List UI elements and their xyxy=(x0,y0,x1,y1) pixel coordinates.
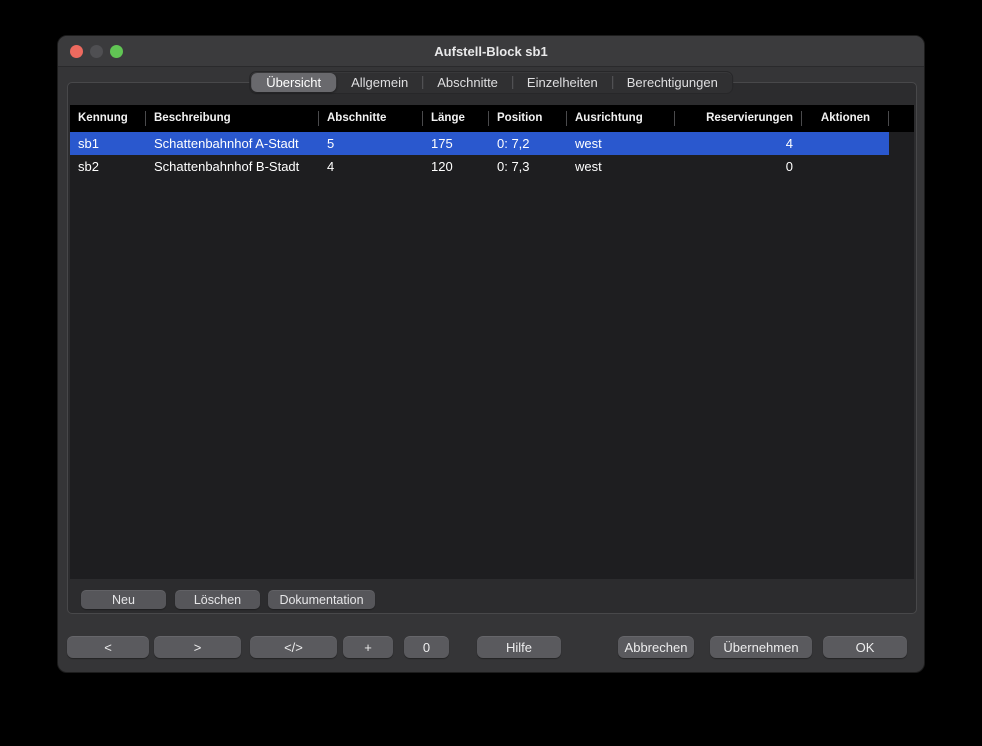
uebernehmen-button[interactable]: Übernehmen xyxy=(710,636,812,658)
cell-ausrichtung: west xyxy=(567,132,675,155)
cell-ausrichtung: west xyxy=(567,155,675,178)
column-header-spacer xyxy=(889,105,914,132)
tab-bar: Übersicht Allgemein Abschnitte Einzelhei… xyxy=(249,71,733,94)
dialog-window: Aufstell-Block sb1 Übersicht Allgemein A… xyxy=(57,35,925,673)
cell-abschnitte: 4 xyxy=(319,155,423,178)
cell-spacer xyxy=(889,132,914,155)
cell-beschreibung: Schattenbahnhof A-Stadt xyxy=(146,132,319,155)
window-title: Aufstell-Block sb1 xyxy=(58,36,924,67)
tab-allgemein[interactable]: Allgemein xyxy=(337,72,422,93)
zero-button[interactable]: 0 xyxy=(404,636,449,658)
next-button[interactable]: > xyxy=(154,636,241,658)
abbrechen-button[interactable]: Abbrechen xyxy=(618,636,694,658)
cell-aktionen xyxy=(802,155,889,178)
cell-reservierungen: 0 xyxy=(675,155,802,178)
column-header-beschreibung[interactable]: Beschreibung xyxy=(146,105,319,132)
table-row-sb1[interactable]: sb1 Schattenbahnhof A-Stadt 5 175 0: 7,2… xyxy=(70,132,914,155)
column-header-kennung[interactable]: Kennung xyxy=(70,105,146,132)
cell-spacer xyxy=(889,155,914,178)
tab-abschnitte[interactable]: Abschnitte xyxy=(423,72,512,93)
cell-beschreibung: Schattenbahnhof B-Stadt xyxy=(146,155,319,178)
column-header-position[interactable]: Position xyxy=(489,105,567,132)
loeschen-button[interactable]: Löschen xyxy=(175,590,260,609)
blocks-table: Kennung Beschreibung Abschnitte Länge Po… xyxy=(70,105,914,579)
cell-position: 0: 7,2 xyxy=(489,132,567,155)
tab-einzelheiten[interactable]: Einzelheiten xyxy=(513,72,612,93)
hilfe-button[interactable]: Hilfe xyxy=(477,636,561,658)
cell-kennung: sb2 xyxy=(70,155,146,178)
column-header-reservierungen[interactable]: Reservierungen xyxy=(675,105,802,132)
column-header-ausrichtung[interactable]: Ausrichtung xyxy=(567,105,675,132)
plus-button[interactable]: + xyxy=(343,636,393,658)
cell-abschnitte: 5 xyxy=(319,132,423,155)
cell-position: 0: 7,3 xyxy=(489,155,567,178)
footer-button-bar: < > </> + 0 Hilfe Abbrechen Übernehmen O… xyxy=(58,636,924,658)
table-header-row: Kennung Beschreibung Abschnitte Länge Po… xyxy=(70,105,914,132)
column-header-laenge[interactable]: Länge xyxy=(423,105,489,132)
column-header-abschnitte[interactable]: Abschnitte xyxy=(319,105,423,132)
neu-button[interactable]: Neu xyxy=(81,590,166,609)
table-row-sb2[interactable]: sb2 Schattenbahnhof B-Stadt 4 120 0: 7,3… xyxy=(70,155,914,178)
code-view-button[interactable]: </> xyxy=(250,636,337,658)
title-bar: Aufstell-Block sb1 xyxy=(58,36,924,67)
cell-reservierungen: 4 xyxy=(675,132,802,155)
list-action-buttons: Neu Löschen Dokumentation xyxy=(81,590,375,609)
tab-content-box: Kennung Beschreibung Abschnitte Länge Po… xyxy=(67,82,917,614)
dokumentation-button[interactable]: Dokumentation xyxy=(268,590,375,609)
tab-berechtigungen[interactable]: Berechtigungen xyxy=(613,72,732,93)
prev-button[interactable]: < xyxy=(67,636,149,658)
ok-button[interactable]: OK xyxy=(823,636,907,658)
cell-kennung: sb1 xyxy=(70,132,146,155)
column-header-aktionen[interactable]: Aktionen xyxy=(802,105,889,132)
cell-aktionen xyxy=(802,132,889,155)
tab-uebersicht[interactable]: Übersicht xyxy=(251,73,336,92)
cell-laenge: 175 xyxy=(423,132,489,155)
cell-laenge: 120 xyxy=(423,155,489,178)
